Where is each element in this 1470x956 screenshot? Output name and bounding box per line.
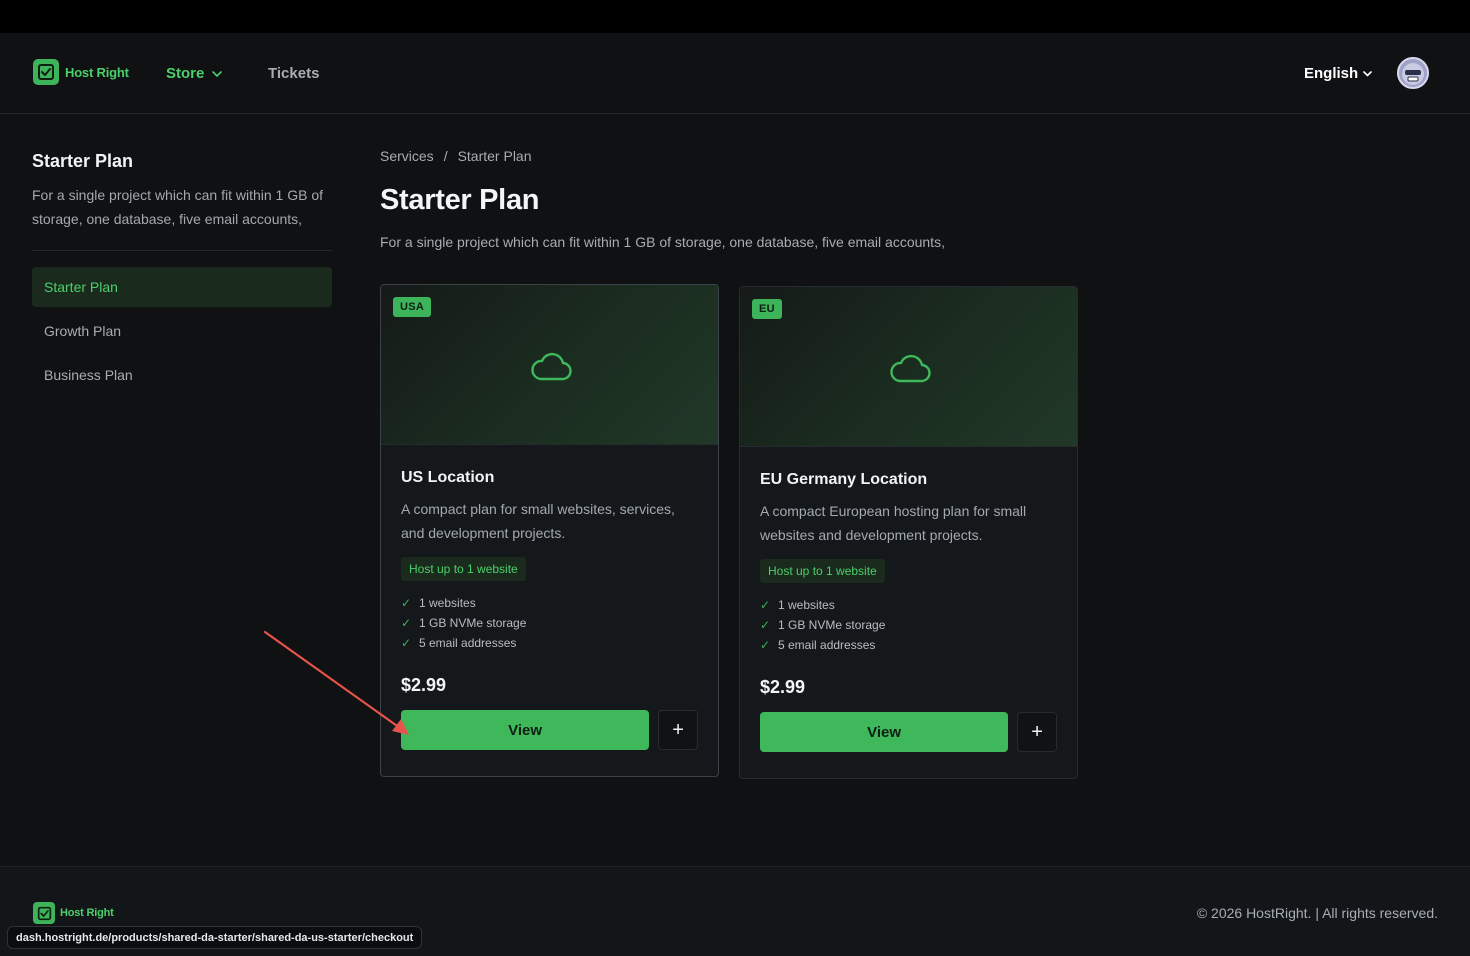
sidebar-title: Starter Plan	[32, 151, 134, 171]
sidebar-plan-list: Starter Plan Growth Plan Business Plan	[32, 267, 332, 399]
breadcrumb-separator: /	[443, 148, 448, 164]
footer-logo[interactable]: Host Right	[33, 902, 114, 924]
feature-item: ✓ 5 email addresses	[401, 633, 698, 653]
card-hero: USA	[381, 285, 718, 445]
brand-name: Host Right	[65, 64, 129, 80]
nav-store-label: Store	[166, 65, 205, 82]
footer-brand-name: Host Right	[60, 907, 114, 919]
check-icon: ✓	[760, 638, 771, 652]
link-preview-statusbar: dash.hostright.de/products/shared-da-sta…	[7, 926, 423, 949]
page-title: Starter Plan	[380, 184, 540, 216]
card-price: $2.99	[401, 675, 447, 695]
feature-label: 5 email addresses	[778, 638, 876, 652]
check-icon: ✓	[401, 596, 412, 610]
annotation-arrow	[263, 630, 409, 735]
card-actions: View +	[760, 712, 1057, 752]
sidebar-item-business-plan[interactable]: Business Plan	[32, 355, 332, 395]
plus-icon: +	[1031, 720, 1043, 743]
language-label: English	[1304, 65, 1359, 82]
feature-item: ✓ 1 GB NVMe storage	[760, 615, 1057, 635]
feature-label: 5 email addresses	[419, 636, 517, 650]
cloud-icon	[531, 352, 572, 381]
breadcrumb-current: Starter Plan	[457, 148, 532, 164]
sidebar-item-growth-plan[interactable]: Growth Plan	[32, 311, 332, 351]
check-icon: ✓	[760, 598, 771, 612]
card-actions: View +	[401, 710, 698, 750]
avatar-face-icon	[1402, 63, 1424, 85]
card-description: A compact European hosting plan for smal…	[760, 503, 1027, 543]
view-button[interactable]: View	[760, 712, 1009, 752]
check-icon: ✓	[760, 618, 771, 632]
feature-label: 1 GB NVMe storage	[778, 618, 886, 632]
add-to-cart-button[interactable]: +	[1017, 712, 1057, 752]
copyright-text: © 2026 HostRight. | All rights reserved.	[1196, 905, 1438, 921]
feature-list: ✓ 1 websites ✓ 1 GB NVMe storage ✓ 5 email …	[401, 593, 698, 653]
breadcrumb-services-link[interactable]: Services	[380, 148, 434, 164]
nav-tickets-link[interactable]: Tickets	[268, 65, 319, 82]
check-icon: ✓	[401, 616, 412, 630]
sidebar-divider	[32, 250, 332, 251]
feature-label: 1 websites	[778, 598, 835, 612]
breadcrumb: Services / Starter Plan	[380, 148, 532, 164]
logo-check-icon	[33, 902, 55, 924]
feature-label: 1 websites	[419, 596, 476, 610]
nav-store-dropdown[interactable]: Store	[166, 65, 223, 82]
page-description: For a single project which can fit withi…	[380, 234, 945, 250]
cloud-icon	[890, 354, 931, 383]
sidebar-description: For a single project which can fit withi…	[32, 187, 324, 227]
user-avatar[interactable]	[1397, 57, 1429, 89]
feature-item: ✓ 1 websites	[401, 593, 698, 613]
window-top-bar	[0, 0, 1470, 33]
sidebar-item-starter-plan[interactable]: Starter Plan	[32, 267, 332, 307]
brand-logo[interactable]: Host Right	[33, 59, 129, 85]
add-to-cart-button[interactable]: +	[658, 710, 698, 750]
check-icon: ✓	[401, 636, 412, 650]
plan-card-us: USA US Location A compact plan for small…	[380, 284, 719, 777]
card-hero: EU	[740, 287, 1077, 447]
card-title: US Location	[401, 469, 495, 486]
region-badge: USA	[393, 297, 432, 317]
feature-item: ✓ 1 websites	[760, 595, 1057, 615]
feature-label: 1 GB NVMe storage	[419, 616, 527, 630]
top-navbar: Host Right Store Tickets English	[0, 33, 1470, 114]
card-title: EU Germany Location	[760, 471, 928, 488]
chevron-down-icon	[212, 70, 223, 77]
host-limit-badge: Host up to 1 website	[401, 557, 526, 581]
card-description: A compact plan for small websites, servi…	[401, 501, 675, 541]
plus-icon: +	[672, 718, 684, 741]
region-badge: EU	[752, 299, 782, 319]
card-price: $2.99	[760, 677, 806, 697]
view-button[interactable]: View	[401, 710, 650, 750]
language-selector[interactable]: English	[1304, 65, 1372, 82]
host-limit-badge: Host up to 1 website	[760, 559, 885, 583]
feature-item: ✓ 1 GB NVMe storage	[401, 613, 698, 633]
plan-card-eu: EU EU Germany Location A compact Europea…	[739, 286, 1078, 779]
chevron-down-icon	[1363, 70, 1372, 77]
feature-item: ✓ 5 email addresses	[760, 635, 1057, 655]
logo-check-icon	[33, 59, 59, 85]
feature-list: ✓ 1 websites ✓ 1 GB NVMe storage ✓ 5 email …	[760, 595, 1057, 655]
